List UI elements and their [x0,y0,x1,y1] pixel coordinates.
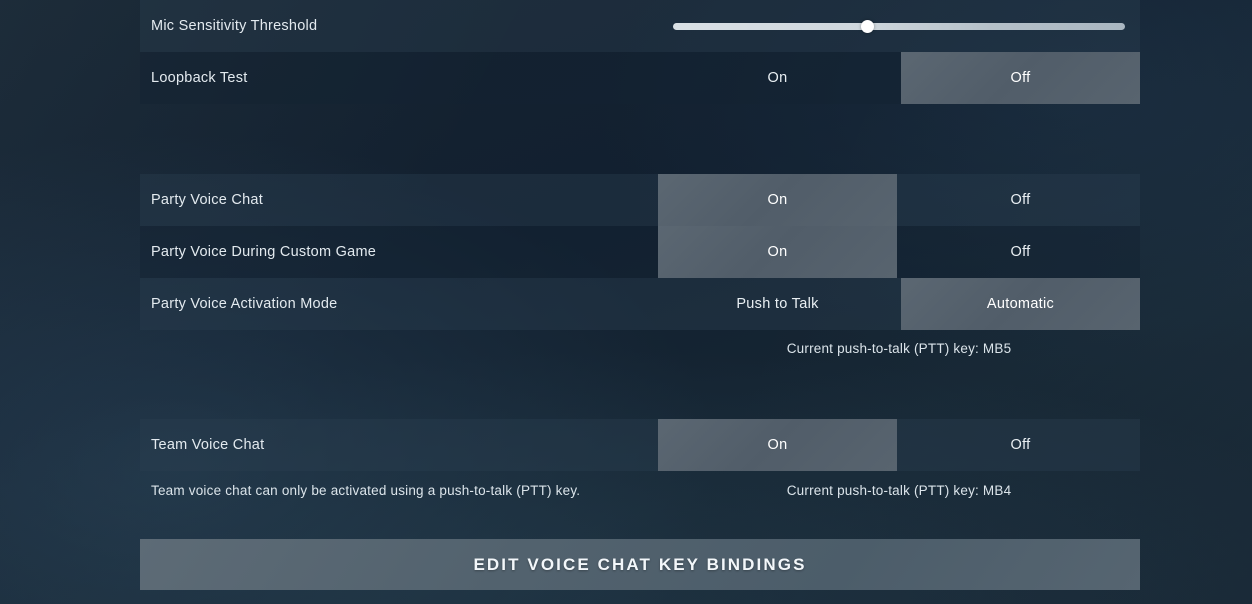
setting-row-mic-sensitivity-threshold: Mic Sensitivity Threshold [140,0,1140,52]
toggle-option-on[interactable]: On [658,52,897,104]
toggle-option-automatic[interactable]: Automatic [901,278,1140,330]
settings-group-party-voice: Party Voice Chat On Off Party Voice Duri… [140,174,1140,356]
setting-row-party-voice-during-custom-game: Party Voice During Custom Game On Off [140,226,1140,278]
toggle-option-off[interactable]: Off [901,419,1140,471]
toggle-option-off[interactable]: Off [901,226,1140,278]
toggle-group-party-voice-activation-mode: Push to Talk Automatic [658,278,1140,330]
slider-track [673,22,1125,30]
voice-settings-panel: Mic Sensitivity Threshold Loopback Test … [140,0,1140,604]
toggle-group-team-voice-chat: On Off [658,419,1140,471]
toggle-group-party-voice-chat: On Off [658,174,1140,226]
slider-knob[interactable] [860,19,874,33]
setting-row-party-voice-activation-mode: Party Voice Activation Mode Push to Talk… [140,278,1140,330]
setting-row-team-voice-chat: Team Voice Chat On Off [140,419,1140,471]
mic-sensitivity-slider[interactable] [673,19,1125,33]
setting-row-party-voice-chat: Party Voice Chat On Off [140,174,1140,226]
settings-group-microphone: Mic Sensitivity Threshold Loopback Test … [140,0,1140,104]
setting-label: Party Voice Activation Mode [151,296,338,312]
setting-row-loopback-test: Loopback Test On Off [140,52,1140,104]
team-voice-note: Team voice chat can only be activated us… [151,483,581,498]
mic-sensitivity-slider-cell[interactable] [658,0,1140,52]
setting-label: Team Voice Chat [151,437,265,453]
toggle-group-party-voice-custom-game: On Off [658,226,1140,278]
team-ptt-key-caption: Current push-to-talk (PTT) key: MB4 [786,483,1012,498]
setting-label: Loopback Test [151,70,248,86]
setting-label: Party Voice Chat [151,192,263,208]
party-ptt-key-caption: Current push-to-talk (PTT) key: MB5 [786,341,1012,356]
setting-label: Mic Sensitivity Threshold [151,18,318,34]
toggle-option-off[interactable]: Off [901,52,1140,104]
edit-voice-chat-key-bindings-button[interactable]: EDIT VOICE CHAT KEY BINDINGS [140,539,1140,590]
toggle-option-push-to-talk[interactable]: Push to Talk [658,278,897,330]
toggle-option-on[interactable]: On [658,174,897,226]
toggle-option-off[interactable]: Off [901,174,1140,226]
settings-group-team-voice: Team Voice Chat On Off Team voice chat c… [140,419,1140,498]
toggle-group-loopback-test: On Off [658,52,1140,104]
setting-label: Party Voice During Custom Game [151,244,377,260]
toggle-option-on[interactable]: On [658,419,897,471]
toggle-option-on[interactable]: On [658,226,897,278]
